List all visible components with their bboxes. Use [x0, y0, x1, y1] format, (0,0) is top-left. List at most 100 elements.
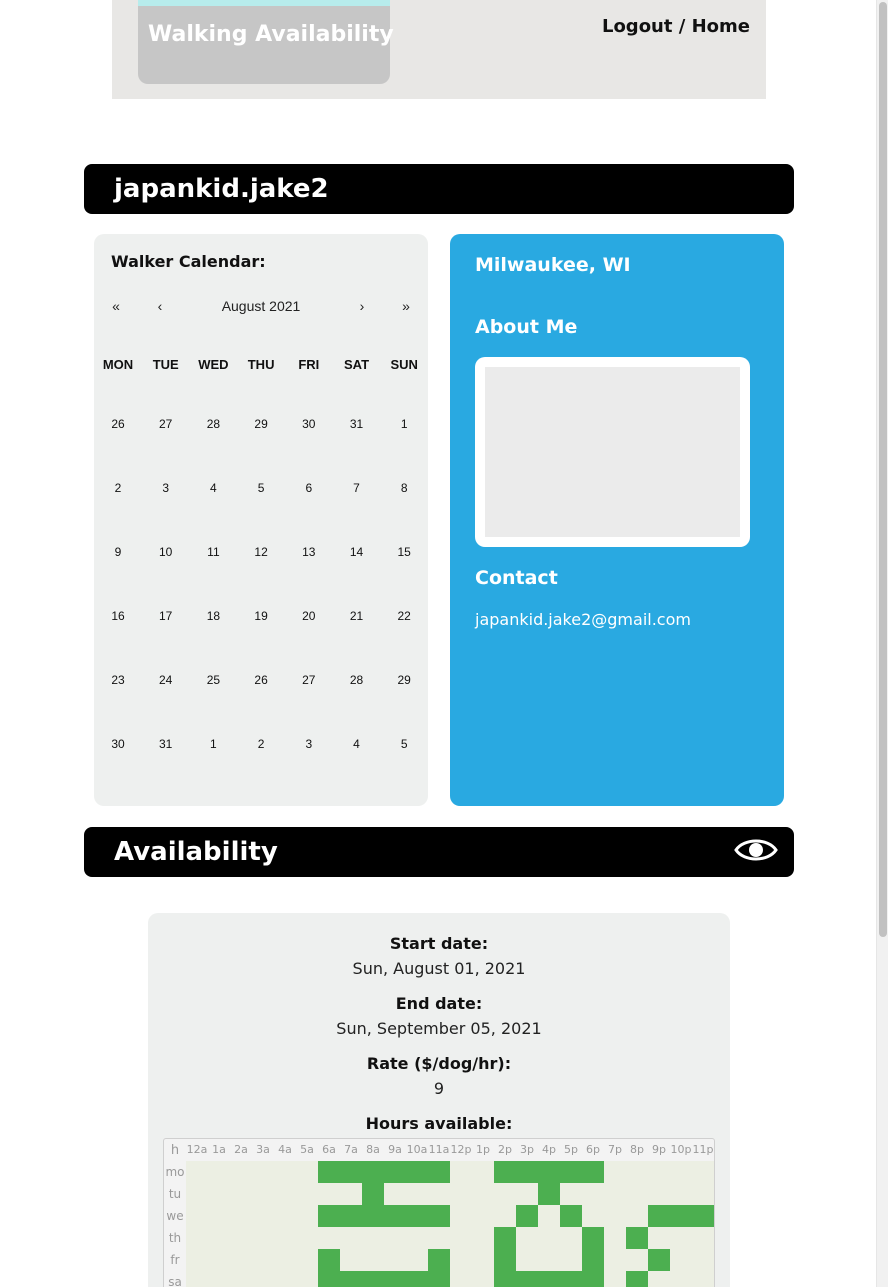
hour-slot-unavailable[interactable]: [274, 1205, 296, 1227]
hour-slot-unavailable[interactable]: [274, 1271, 296, 1287]
hour-slot-available[interactable]: [318, 1161, 340, 1183]
hour-slot-unavailable[interactable]: [428, 1183, 450, 1205]
hour-slot-unavailable[interactable]: [472, 1205, 494, 1227]
hour-slot-unavailable[interactable]: [604, 1249, 626, 1271]
hour-slot-unavailable[interactable]: [692, 1249, 714, 1271]
hour-slot-unavailable[interactable]: [560, 1183, 582, 1205]
calendar-day[interactable]: 30: [94, 737, 142, 751]
hour-slot-available[interactable]: [428, 1249, 450, 1271]
calendar-day[interactable]: 10: [142, 545, 190, 559]
hour-slot-unavailable[interactable]: [208, 1183, 230, 1205]
hour-slot-available[interactable]: [340, 1205, 362, 1227]
hour-slot-unavailable[interactable]: [318, 1183, 340, 1205]
hour-slot-available[interactable]: [406, 1271, 428, 1287]
hour-slot-unavailable[interactable]: [604, 1183, 626, 1205]
prev-month-button[interactable]: ‹: [148, 298, 172, 314]
calendar-day[interactable]: 15: [380, 545, 428, 559]
next-year-button[interactable]: »: [394, 298, 418, 314]
prev-year-button[interactable]: «: [104, 298, 128, 314]
hour-slot-unavailable[interactable]: [296, 1271, 318, 1287]
hour-slot-available[interactable]: [362, 1183, 384, 1205]
scrollbar-thumb[interactable]: [879, 2, 887, 937]
walking-availability-tab[interactable]: Walking Availability: [138, 0, 394, 84]
hour-slot-available[interactable]: [560, 1271, 582, 1287]
hour-slot-unavailable[interactable]: [538, 1249, 560, 1271]
calendar-day[interactable]: 26: [237, 673, 285, 687]
hour-slot-available[interactable]: [318, 1249, 340, 1271]
hour-slot-unavailable[interactable]: [208, 1205, 230, 1227]
hour-slot-unavailable[interactable]: [340, 1183, 362, 1205]
calendar-day[interactable]: 8: [380, 481, 428, 495]
calendar-day[interactable]: 21: [333, 609, 381, 623]
hour-slot-unavailable[interactable]: [252, 1183, 274, 1205]
hour-slot-available[interactable]: [516, 1271, 538, 1287]
hour-slot-unavailable[interactable]: [296, 1183, 318, 1205]
hour-slot-available[interactable]: [582, 1161, 604, 1183]
calendar-day[interactable]: 28: [189, 417, 237, 431]
calendar-day[interactable]: 1: [380, 417, 428, 431]
hour-slot-unavailable[interactable]: [626, 1161, 648, 1183]
hour-slot-unavailable[interactable]: [582, 1183, 604, 1205]
calendar-day[interactable]: 9: [94, 545, 142, 559]
hour-slot-available[interactable]: [582, 1227, 604, 1249]
calendar-day[interactable]: 16: [94, 609, 142, 623]
hour-slot-available[interactable]: [428, 1161, 450, 1183]
hour-slot-unavailable[interactable]: [604, 1161, 626, 1183]
hour-slot-available[interactable]: [428, 1205, 450, 1227]
hour-slot-available[interactable]: [692, 1205, 714, 1227]
hour-slot-unavailable[interactable]: [384, 1183, 406, 1205]
hour-slot-unavailable[interactable]: [450, 1271, 472, 1287]
hour-slot-unavailable[interactable]: [692, 1271, 714, 1287]
hour-slot-available[interactable]: [384, 1205, 406, 1227]
hour-slot-unavailable[interactable]: [604, 1227, 626, 1249]
calendar-day[interactable]: 29: [380, 673, 428, 687]
hour-slot-unavailable[interactable]: [472, 1227, 494, 1249]
hour-slot-unavailable[interactable]: [406, 1227, 428, 1249]
calendar-day[interactable]: 4: [333, 737, 381, 751]
hour-slot-available[interactable]: [384, 1161, 406, 1183]
contact-email[interactable]: japankid.jake2@gmail.com: [475, 610, 691, 629]
hour-slot-available[interactable]: [340, 1161, 362, 1183]
calendar-day[interactable]: 13: [285, 545, 333, 559]
calendar-day[interactable]: 24: [142, 673, 190, 687]
hour-slot-unavailable[interactable]: [472, 1271, 494, 1287]
calendar-day[interactable]: 14: [333, 545, 381, 559]
hour-slot-unavailable[interactable]: [670, 1183, 692, 1205]
page-scrollbar[interactable]: [876, 0, 888, 1287]
hour-slot-available[interactable]: [340, 1271, 362, 1287]
hour-slot-unavailable[interactable]: [692, 1183, 714, 1205]
hour-slot-unavailable[interactable]: [670, 1249, 692, 1271]
calendar-day[interactable]: 4: [189, 481, 237, 495]
hour-slot-unavailable[interactable]: [318, 1227, 340, 1249]
hour-slot-unavailable[interactable]: [252, 1161, 274, 1183]
hour-slot-available[interactable]: [560, 1205, 582, 1227]
hour-slot-unavailable[interactable]: [252, 1271, 274, 1287]
calendar-day[interactable]: 12: [237, 545, 285, 559]
hour-slot-unavailable[interactable]: [274, 1161, 296, 1183]
hour-slot-unavailable[interactable]: [230, 1249, 252, 1271]
hour-slot-available[interactable]: [538, 1161, 560, 1183]
hour-slot-unavailable[interactable]: [450, 1205, 472, 1227]
calendar-day[interactable]: 20: [285, 609, 333, 623]
hour-slot-unavailable[interactable]: [208, 1249, 230, 1271]
calendar-day[interactable]: 3: [285, 737, 333, 751]
hour-slot-unavailable[interactable]: [230, 1183, 252, 1205]
hour-slot-available[interactable]: [516, 1161, 538, 1183]
calendar-day[interactable]: 17: [142, 609, 190, 623]
hour-slot-unavailable[interactable]: [604, 1271, 626, 1287]
hour-slot-available[interactable]: [406, 1205, 428, 1227]
hour-slot-unavailable[interactable]: [208, 1271, 230, 1287]
hour-slot-unavailable[interactable]: [296, 1205, 318, 1227]
hour-slot-unavailable[interactable]: [516, 1249, 538, 1271]
hour-slot-unavailable[interactable]: [230, 1161, 252, 1183]
calendar-day[interactable]: 18: [189, 609, 237, 623]
hour-slot-unavailable[interactable]: [230, 1205, 252, 1227]
hour-slot-unavailable[interactable]: [648, 1183, 670, 1205]
hour-slot-unavailable[interactable]: [494, 1205, 516, 1227]
hour-slot-available[interactable]: [384, 1271, 406, 1287]
calendar-day[interactable]: 2: [94, 481, 142, 495]
hour-slot-unavailable[interactable]: [186, 1161, 208, 1183]
hour-slot-available[interactable]: [494, 1271, 516, 1287]
hour-slot-unavailable[interactable]: [296, 1227, 318, 1249]
hour-slot-unavailable[interactable]: [670, 1227, 692, 1249]
